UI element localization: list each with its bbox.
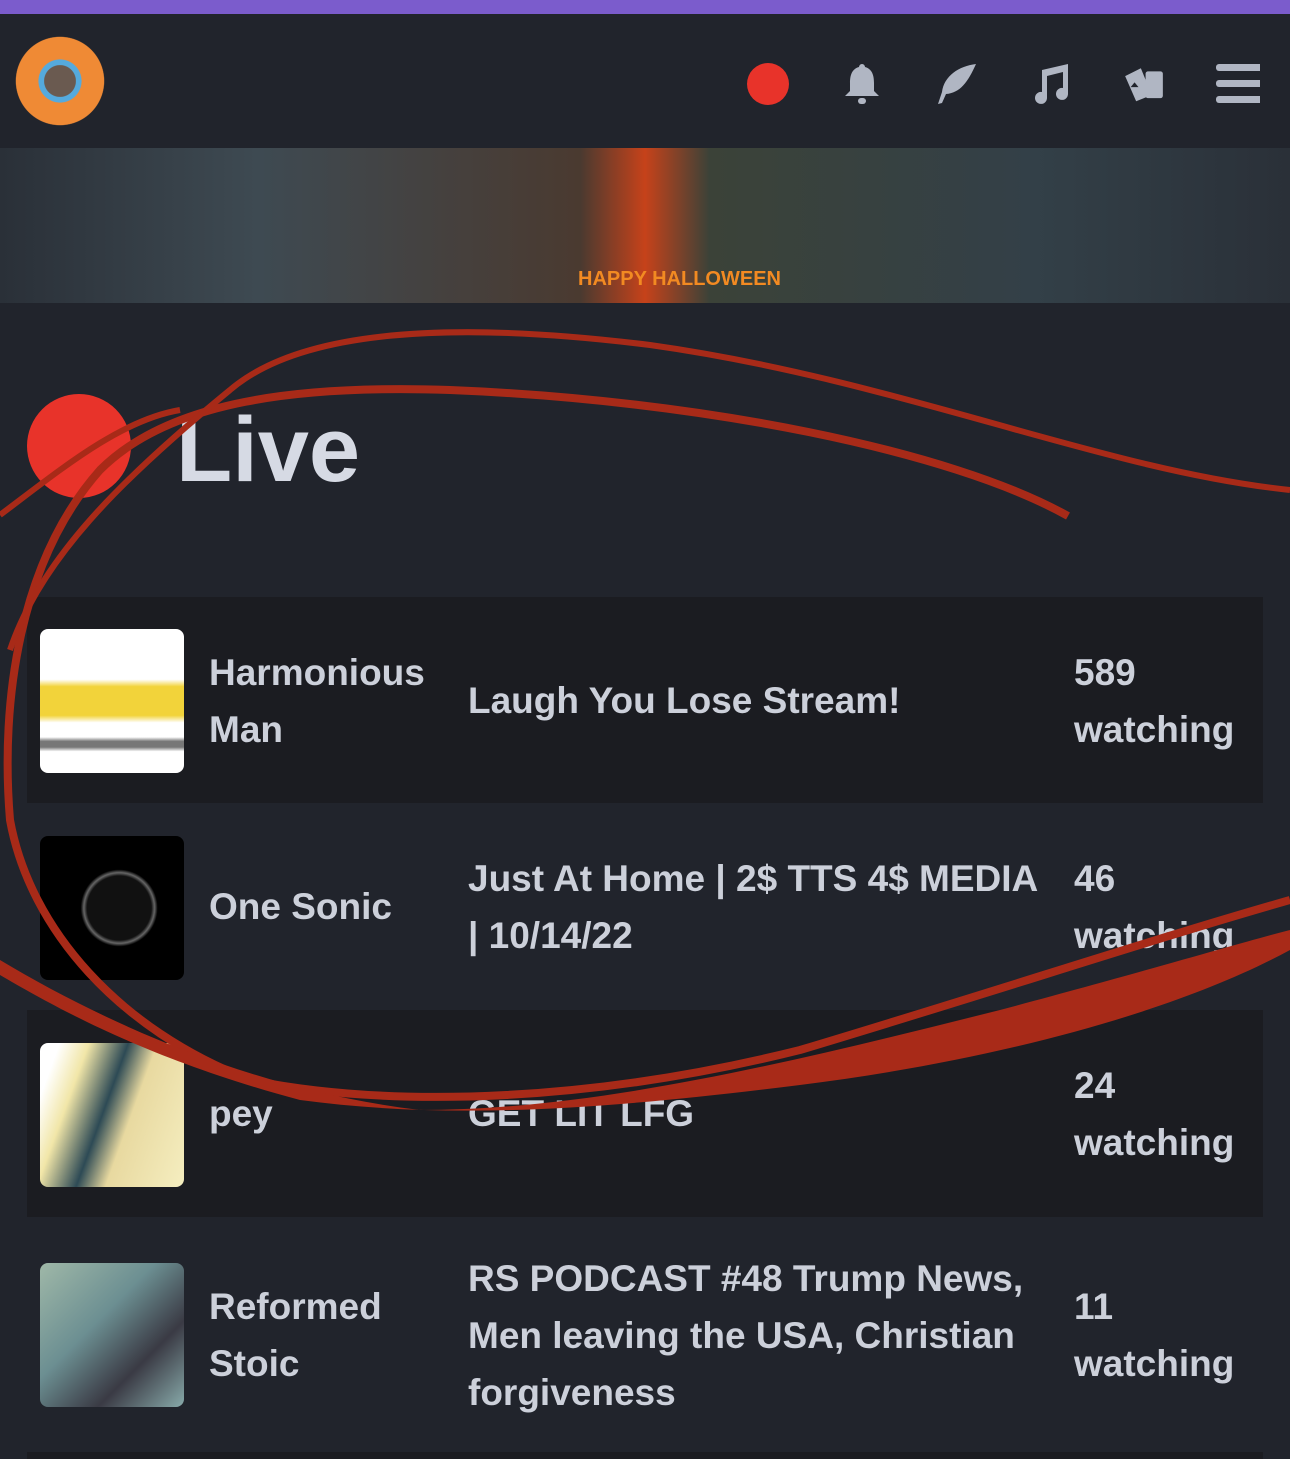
viewer-count: 24 [1074, 1065, 1116, 1106]
site-header [0, 14, 1290, 148]
stream-row[interactable]: Harmonious Man Laugh You Lose Stream! 58… [27, 597, 1263, 803]
stream-title[interactable]: GET LIT LFG [468, 1085, 1038, 1142]
stream-user[interactable]: Harmonious Man [209, 644, 459, 758]
stream-thumbnail[interactable] [40, 1043, 184, 1187]
banner-logo-text: HAPPY HALLOWEEN [578, 268, 781, 290]
stream-user[interactable]: pey [209, 1085, 459, 1142]
live-streams-list: Harmonious Man Laugh You Lose Stream! 58… [27, 597, 1263, 1452]
stream-row[interactable]: pey GET LIT LFG 24 watching [27, 1010, 1263, 1217]
stream-thumbnail[interactable] [40, 629, 184, 773]
stream-row[interactable]: One Sonic Just At Home | 2$ TTS 4$ MEDIA… [27, 803, 1263, 1010]
feather-icon[interactable] [934, 62, 978, 106]
viewer-count: 11 [1074, 1286, 1114, 1327]
viewer-count: 46 [1074, 858, 1116, 899]
watching-label: watching [1074, 1122, 1235, 1163]
live-dot-icon[interactable] [746, 62, 790, 106]
stream-thumbnail[interactable] [40, 1263, 184, 1407]
stream-user[interactable]: One Sonic [209, 878, 459, 935]
cards-icon[interactable] [1122, 62, 1166, 106]
music-icon[interactable] [1028, 62, 1072, 106]
stream-row[interactable]: Reformed Stoic RS PODCAST #48 Trump News… [27, 1217, 1263, 1452]
viewer-count: 589 [1074, 652, 1136, 693]
stream-thumbnail[interactable] [40, 836, 184, 980]
menu-icon[interactable] [1216, 62, 1260, 106]
live-dot [27, 394, 131, 498]
live-heading: Live [176, 399, 361, 501]
watching-label: watching [1074, 915, 1235, 956]
stream-title[interactable]: Just At Home | 2$ TTS 4$ MEDIA | 10/14/2… [468, 850, 1038, 964]
watching-label: watching [1074, 1343, 1235, 1384]
site-logo[interactable] [10, 31, 110, 131]
stream-title[interactable]: Laugh You Lose Stream! [468, 672, 1038, 729]
bell-icon[interactable] [840, 62, 884, 106]
stream-title[interactable]: RS PODCAST #48 Trump News, Men leaving t… [468, 1250, 1038, 1421]
top-banner-bar [0, 0, 1290, 14]
next-stream-row [27, 1452, 1263, 1459]
watching-label: watching [1074, 709, 1235, 750]
stream-user[interactable]: Reformed Stoic [209, 1278, 459, 1392]
